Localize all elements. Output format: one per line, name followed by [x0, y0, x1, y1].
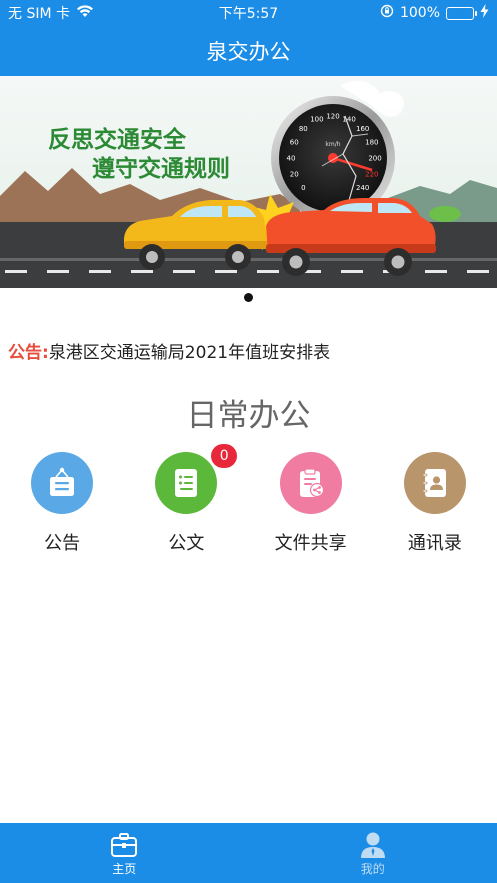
speed-tick-label: 240: [356, 184, 369, 192]
orientation-lock-icon: [380, 4, 394, 22]
grid-item-document[interactable]: 0 公文: [124, 444, 248, 555]
carrier-text: 无 SIM 卡: [8, 6, 70, 22]
tab-label-home: 主页: [112, 861, 137, 876]
grid-label: 通讯录: [407, 533, 462, 554]
document-icon: [155, 452, 218, 514]
charging-icon: [480, 4, 489, 22]
tab-label-profile: 我的: [360, 861, 385, 876]
speed-tick-label: 220: [365, 171, 378, 179]
battery-icon: [446, 6, 477, 20]
speed-tick-label: 180: [365, 138, 378, 146]
speed-tick-label: 200: [368, 155, 381, 163]
notice-marquee[interactable]: 公告: 泉港区交通运输局2021年值班安排表: [8, 338, 330, 363]
speed-tick-label: 140: [342, 116, 355, 124]
grid-label: 公文: [168, 533, 205, 554]
banner-carousel[interactable]: 反思交通安全 遵守交通规则 0 20 40 60 80 100 120 140 160 180 20…: [0, 76, 497, 288]
speed-unit: km/h: [325, 141, 340, 148]
status-bar: 无 SIM 卡 下午5:57 100%: [0, 0, 497, 26]
speed-tick-label: 0: [301, 184, 305, 192]
notice-board-icon: [31, 452, 94, 514]
tab-bar: 主页 我的: [0, 823, 497, 883]
status-left: 无 SIM 卡: [8, 3, 94, 23]
section-title: 日常办公: [186, 398, 311, 434]
tab-home[interactable]: 主页: [0, 823, 249, 883]
grid-item-file-share[interactable]: 文件共享: [249, 452, 373, 555]
speed-tick-label: 120: [326, 113, 339, 121]
speed-tick-label: 40: [287, 155, 296, 163]
speed-tick-label: 60: [290, 138, 299, 146]
notice-text[interactable]: 泉港区交通运输局2021年值班安排表: [49, 338, 330, 363]
banner-image: 反思交通安全 遵守交通规则 020 40 6080100 120 140160 180 20…: [0, 76, 497, 288]
speed-tick-label: 80: [299, 125, 308, 133]
banner-slogan-1: 反思交通安全: [48, 126, 187, 152]
grid-item-notice[interactable]: 公告: [0, 452, 124, 555]
contacts-book-icon: [403, 452, 466, 514]
status-right: 100%: [380, 4, 489, 22]
speed-tick-label: 100: [310, 116, 323, 124]
office-grid: 公告 0 公文 文件共享 通讯录: [0, 444, 497, 555]
wifi-icon: [76, 4, 94, 22]
unread-badge: 0: [211, 444, 238, 468]
tab-profile[interactable]: 我的: [249, 823, 497, 883]
banner-slogan-2: 遵守交通规则: [92, 155, 230, 181]
grid-label: 文件共享: [274, 533, 347, 554]
carousel-indicator[interactable]: [0, 293, 497, 302]
briefcase-icon: [110, 830, 138, 860]
grid-label: 公告: [44, 533, 81, 554]
nav-bar: 泉交办公: [0, 26, 497, 76]
file-share-icon: [279, 452, 342, 514]
grid-item-contacts[interactable]: 通讯录: [373, 452, 497, 555]
speed-tick-label: 20: [290, 171, 299, 179]
notice-label: 公告:: [8, 343, 49, 363]
speed-tick-label: 160: [356, 125, 369, 133]
page-title: 泉交办公: [206, 40, 291, 64]
carousel-dot[interactable]: [244, 293, 253, 302]
battery-percent: 100%: [399, 5, 440, 21]
user-profile-icon: [360, 830, 386, 860]
